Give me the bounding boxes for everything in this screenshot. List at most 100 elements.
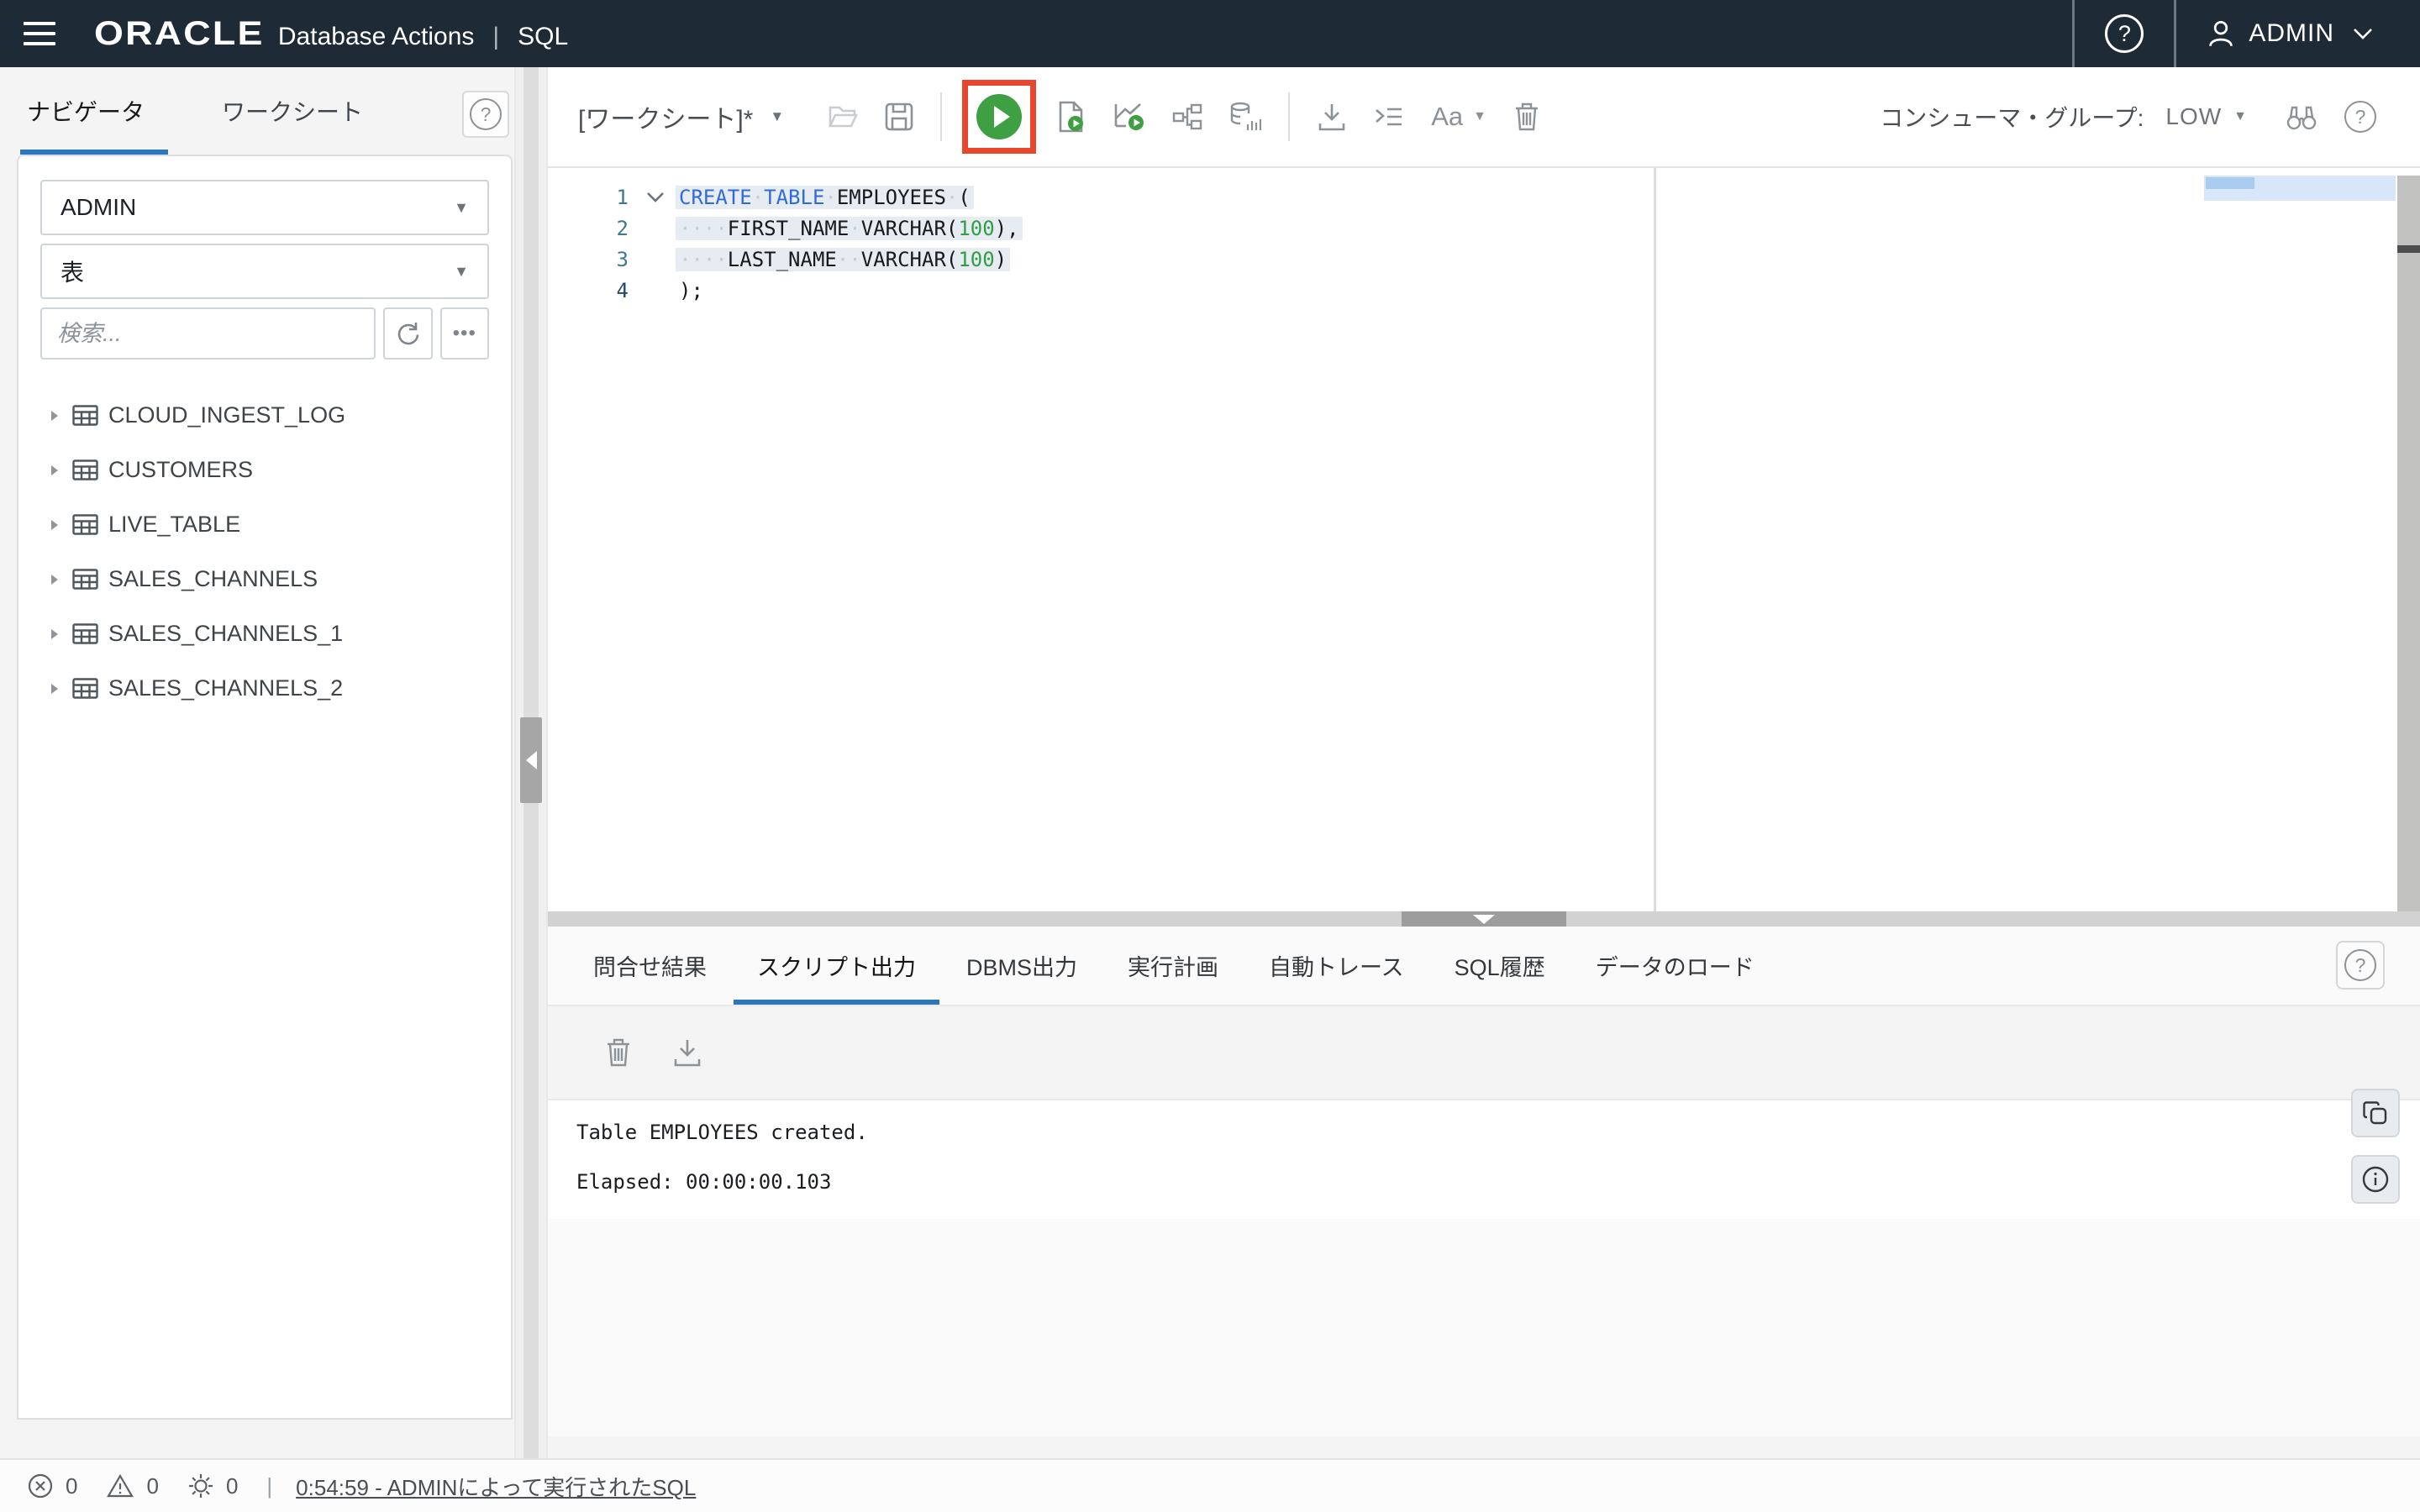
output-message: Table EMPLOYEES created.: [576, 1121, 868, 1144]
fold-chevron-icon[interactable]: [635, 192, 676, 203]
oracle-logo: ORACLE: [94, 14, 265, 52]
table-name: CUSTOMERS: [108, 457, 254, 482]
object-type-select-value: 表: [60, 260, 85, 286]
explain-plan-button[interactable]: [1113, 102, 1145, 132]
run-statement-annotation-box: [962, 80, 1037, 154]
help-icon: ?: [2344, 101, 2376, 133]
consumer-group-value[interactable]: LOW: [2165, 103, 2222, 130]
run-statement-button[interactable]: [975, 92, 1023, 141]
refresh-button[interactable]: [383, 307, 433, 360]
tab-script-output[interactable]: スクリプト出力: [734, 927, 939, 1005]
navigator-panel: ADMIN ▼ 表 ▼ •••: [17, 155, 513, 1420]
open-file-button[interactable]: [828, 103, 859, 130]
errors-icon: [27, 1473, 54, 1499]
copy-output-button[interactable]: [2351, 1089, 2400, 1137]
tree-item[interactable]: LIVE_TABLE: [40, 497, 489, 552]
tree-item[interactable]: SALES_CHANNELS_1: [40, 606, 489, 661]
help-icon: ?: [2344, 949, 2376, 981]
sql-editor[interactable]: 1 CREATE·TABLE·EMPLOYEES·( 2 ····FIRST_N…: [548, 168, 2420, 911]
app-title: SQL: [518, 22, 569, 50]
tasks-count: 0: [225, 1473, 239, 1499]
more-options-button[interactable]: •••: [439, 307, 489, 360]
tab-autotrace[interactable]: 自動トレース: [1245, 927, 1428, 1005]
binoculars-icon: [2286, 106, 2317, 130]
download-icon: [1318, 104, 1345, 131]
script-output-text: Table EMPLOYEES created. Elapsed: 00:00:…: [548, 1100, 2420, 1219]
sidebar-help-button[interactable]: ?: [462, 91, 509, 138]
tab-explain-plan[interactable]: 実行計画: [1104, 927, 1242, 1005]
tree-item[interactable]: SALES_CHANNELS_2: [40, 661, 489, 716]
search-input[interactable]: [40, 307, 376, 360]
run-script-button[interactable]: [1056, 101, 1086, 133]
user-menu[interactable]: ADMIN: [2176, 19, 2420, 48]
caret-right-icon: [40, 517, 69, 533]
text-size-button[interactable]: Aa ▼: [1431, 102, 1486, 132]
panel-filler: [548, 1219, 2420, 1436]
tab-dbms-output[interactable]: DBMS出力: [943, 927, 1101, 1005]
code-text: ····FIRST_NAME·VARCHAR(100),: [676, 216, 1023, 240]
clear-worksheet-button[interactable]: [1513, 102, 1540, 132]
tree-item[interactable]: CLOUD_INGEST_LOG: [40, 388, 489, 443]
user-name: ADMIN: [2249, 19, 2334, 47]
help-button[interactable]: ?: [2075, 0, 2174, 67]
tab-data-load[interactable]: データのロード: [1572, 927, 1778, 1005]
dropdown-arrow-icon: ▼: [1473, 109, 1486, 123]
consumer-group-label: コンシューマ・グループ:: [1880, 105, 2144, 131]
download-button[interactable]: [1317, 102, 1347, 131]
tab-navigator[interactable]: ナビゲータ: [20, 67, 168, 155]
sidebar-splitter[interactable]: [514, 67, 548, 1458]
tab-sql-history[interactable]: SQL履歴: [1431, 927, 1569, 1005]
panel-splitter-handle[interactable]: [1402, 911, 1566, 927]
editor-scrollbar[interactable]: [2397, 176, 2420, 911]
save-button[interactable]: [885, 102, 913, 131]
tree-item[interactable]: CUSTOMERS: [40, 443, 489, 497]
sidebar-collapse-handle[interactable]: [520, 717, 542, 803]
autotrace-button[interactable]: [1229, 102, 1262, 132]
code-text: ····LAST_NAME··VARCHAR(100): [676, 247, 1011, 271]
toolbar-separator: [1288, 92, 1291, 141]
clear-output-button[interactable]: [605, 1037, 632, 1068]
object-tree: CLOUD_INGEST_LOG CUSTOMERS LIVE_TABLE SA…: [40, 388, 489, 716]
table-icon: [72, 459, 98, 480]
format-button[interactable]: [1374, 104, 1404, 129]
sql-plan-button[interactable]: [1172, 103, 1202, 130]
code-line-3: 3 ····LAST_NAME··VARCHAR(100): [548, 244, 2420, 275]
object-type-select[interactable]: 表 ▼: [40, 244, 489, 299]
toolbar-help-button[interactable]: ?: [2344, 101, 2376, 133]
chart-run-icon: [1114, 103, 1144, 130]
collapse-left-icon: [525, 751, 537, 769]
panel-splitter[interactable]: [548, 911, 2420, 927]
dropdown-arrow-icon: ▼: [454, 262, 469, 280]
result-help-button[interactable]: ?: [2336, 941, 2385, 990]
schema-select-value: ADMIN: [60, 194, 137, 220]
tree-item[interactable]: SALES_CHANNELS: [40, 552, 489, 606]
hamburger-menu-icon[interactable]: [24, 22, 55, 45]
status-bar: 0 0 0 | 0:54:59 - ADMINによって実行されたSQL: [0, 1458, 2420, 1512]
output-info-button[interactable]: [2351, 1155, 2400, 1204]
editor-margin-guide: [1654, 168, 1656, 911]
worksheet-dropdown-icon[interactable]: ▼: [770, 108, 784, 125]
trash-icon: [608, 1038, 629, 1067]
download-icon: [674, 1040, 701, 1067]
caret-right-icon: [40, 627, 69, 642]
tab-query-result[interactable]: 問合せ結果: [570, 927, 730, 1005]
output-elapsed: Elapsed: 00:00:00.103: [576, 1170, 832, 1194]
main-area: [ワークシート]* ▼ Aa ▼ コンシューマ・グループ: LOW ▼ ? 1 …: [548, 67, 2420, 1458]
minimap-code-block: [2206, 177, 2254, 189]
worksheet-name[interactable]: [ワークシート]*: [578, 98, 753, 135]
schema-select[interactable]: ADMIN ▼: [40, 180, 489, 235]
line-number: 3: [616, 247, 629, 271]
dropdown-arrow-icon[interactable]: ▼: [2233, 109, 2247, 124]
chevron-down-icon: [2354, 29, 2372, 39]
line-number: 1: [616, 185, 629, 209]
sql-history-link[interactable]: 0:54:59 - ADMINによって実行されたSQL: [296, 1471, 696, 1502]
caret-right-icon: [40, 681, 69, 696]
download-output-button[interactable]: [672, 1038, 702, 1067]
caret-right-icon: [40, 572, 69, 587]
find-button[interactable]: [2286, 103, 2317, 130]
table-name: LIVE_TABLE: [108, 512, 241, 537]
warnings-count: 0: [146, 1473, 159, 1499]
table-icon: [72, 514, 98, 535]
tab-worksheet[interactable]: ワークシート: [215, 67, 370, 155]
refresh-icon: [397, 323, 419, 345]
